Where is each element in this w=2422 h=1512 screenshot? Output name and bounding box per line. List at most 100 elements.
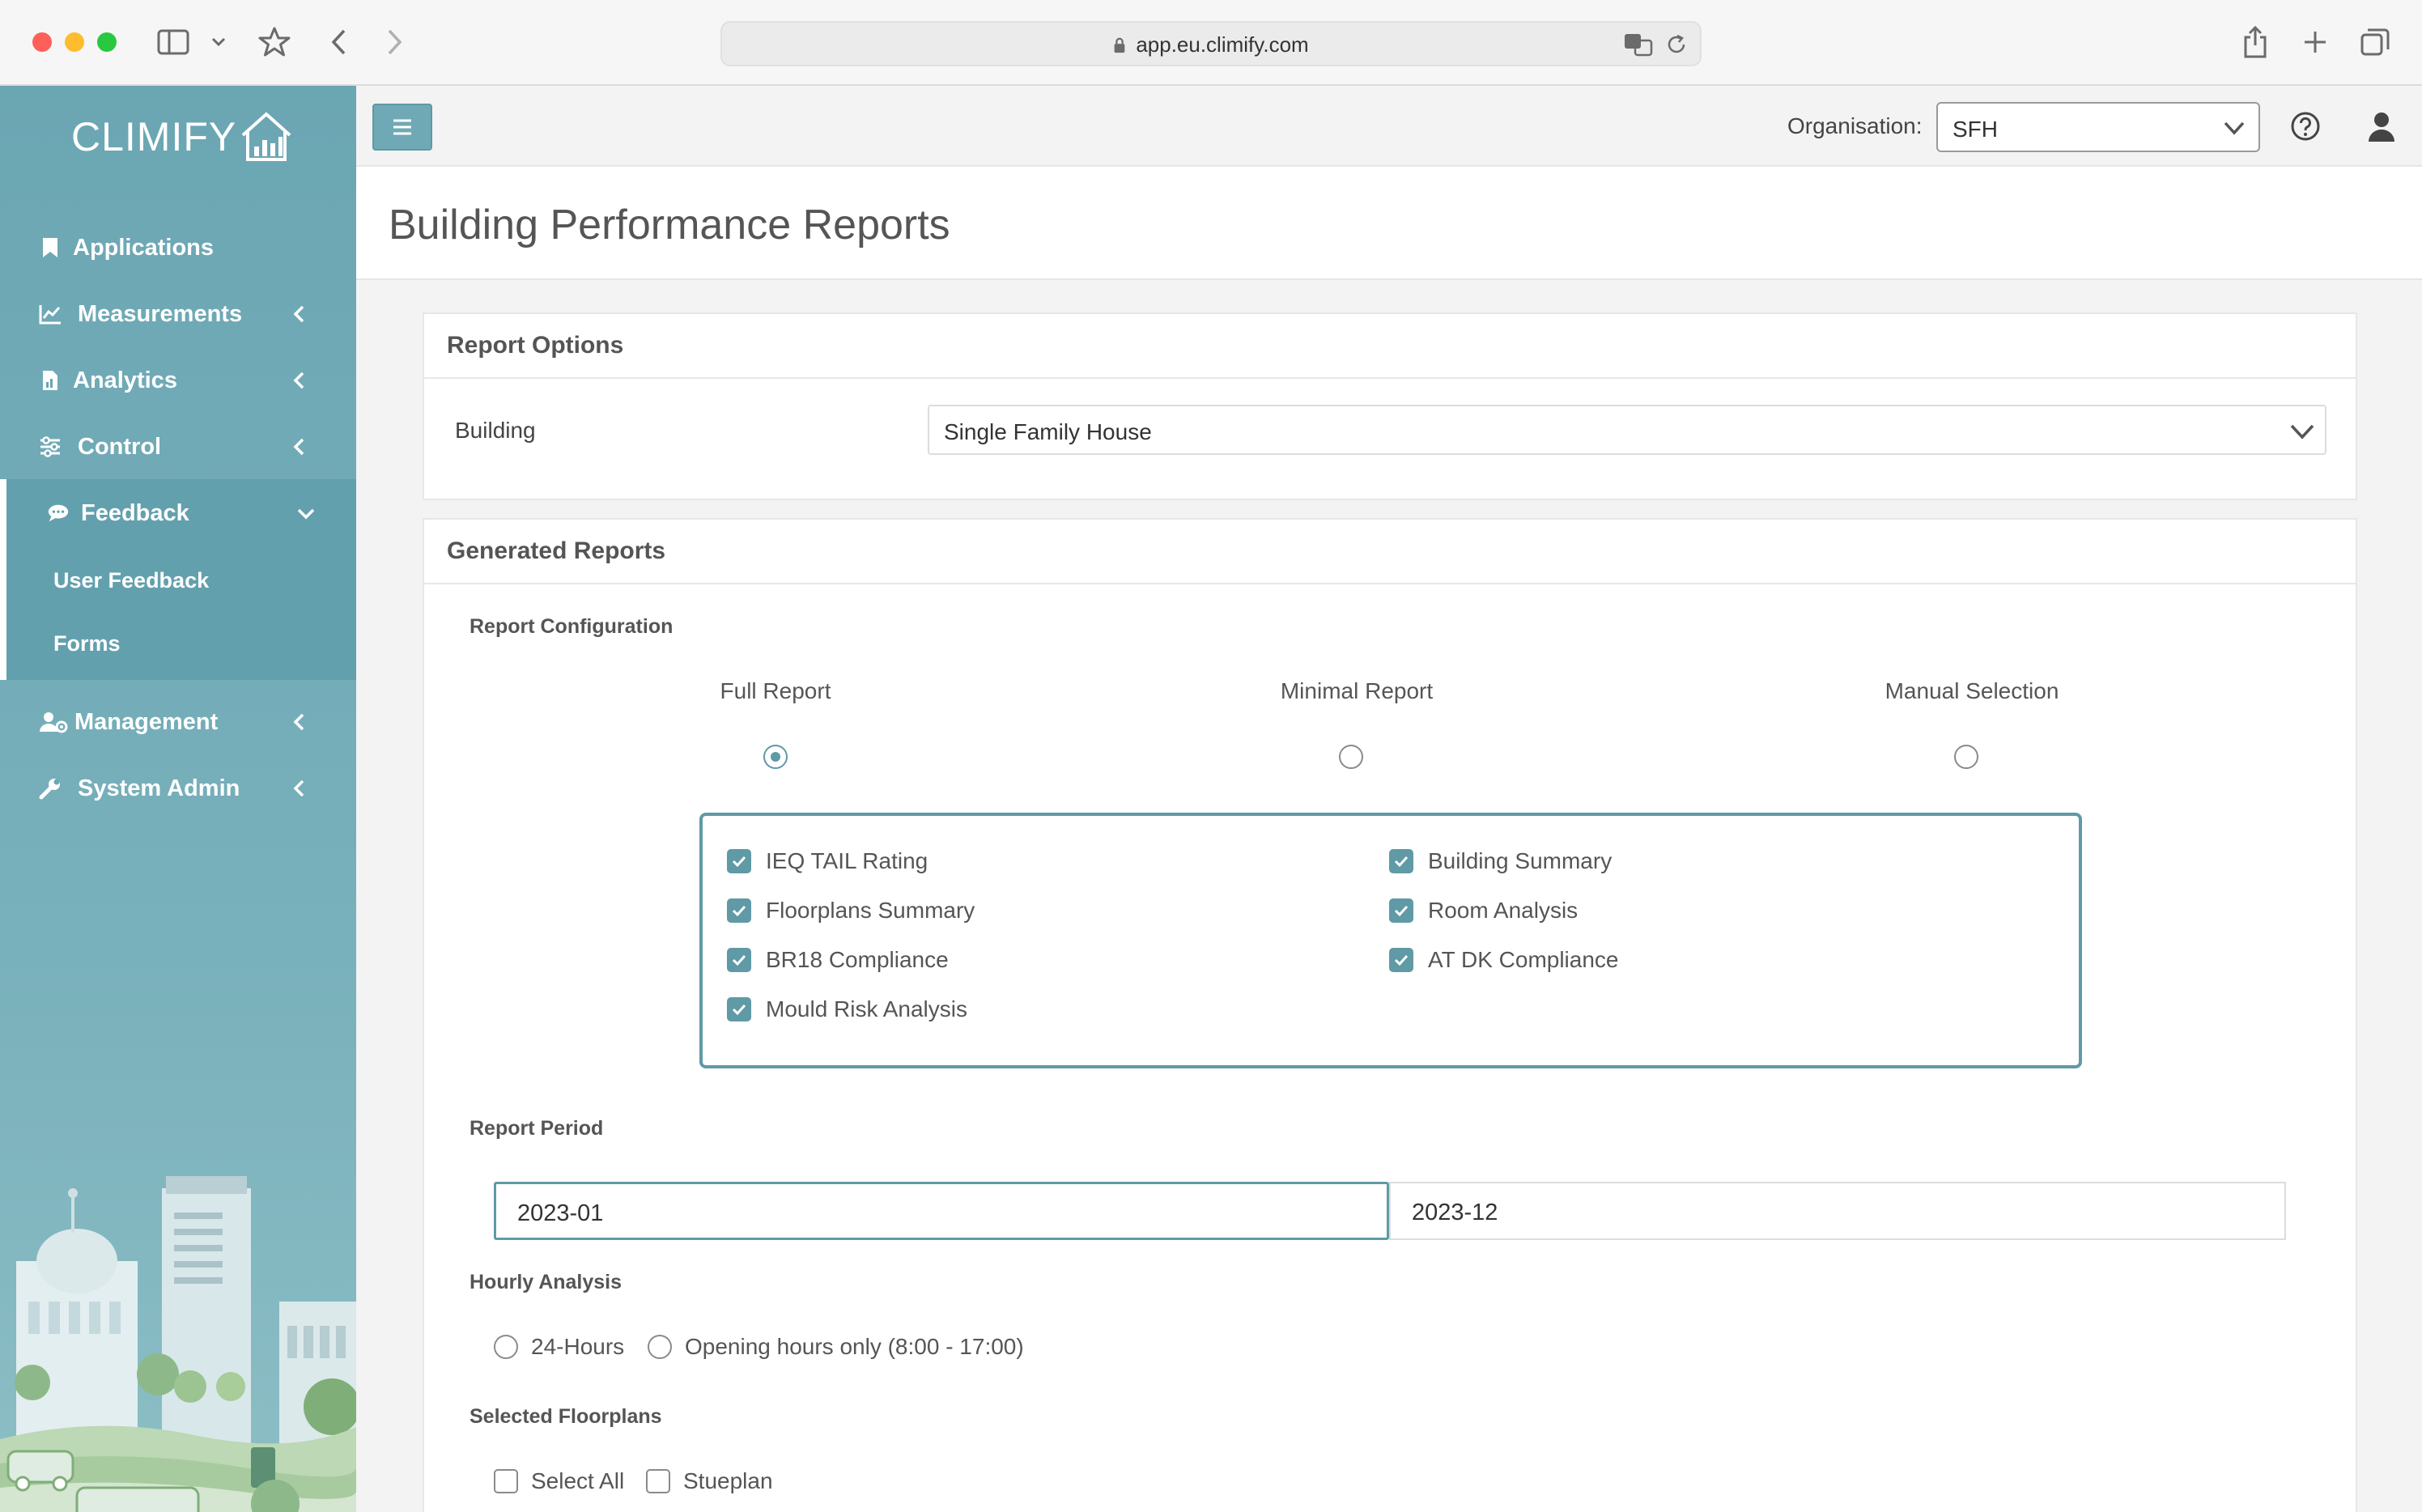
radio-opening-hours[interactable]: Opening hours only (8:00 - 17:00) xyxy=(648,1334,1024,1360)
radio-label: Full Report xyxy=(720,678,831,703)
menu-toggle-button[interactable] xyxy=(372,104,432,151)
checkbox-label: Floorplans Summary xyxy=(766,898,975,923)
tab-overview-icon[interactable] xyxy=(2357,24,2393,60)
card-heading: Report Options xyxy=(424,314,2356,379)
address-bar[interactable]: app.eu.climify.com xyxy=(720,21,1702,66)
radio-button[interactable] xyxy=(494,1335,518,1359)
user-icon[interactable] xyxy=(2364,108,2399,144)
report-sections-box: IEQ TAIL Rating Floorplans Summary BR18 … xyxy=(699,813,2082,1068)
checkbox-checked[interactable] xyxy=(1389,898,1413,923)
share-icon[interactable] xyxy=(2237,24,2273,60)
checkbox-mould-risk-analysis[interactable]: Mould Risk Analysis xyxy=(727,996,967,1022)
line-chart-icon xyxy=(39,303,62,325)
checkbox-building-summary[interactable]: Building Summary xyxy=(1389,848,1612,874)
period-end-input[interactable]: 2023-12 xyxy=(1389,1182,2286,1240)
zoom-window-button[interactable] xyxy=(97,32,117,52)
browser-toolbar: app.eu.climify.com xyxy=(0,0,2422,86)
checkbox-unchecked[interactable] xyxy=(494,1469,518,1493)
sidebar-subitem-user-feedback[interactable]: User Feedback xyxy=(53,568,209,593)
checkbox-at-dk-compliance[interactable]: AT DK Compliance xyxy=(1389,947,1619,973)
sidebar: CLIMIFY Applications Measurements Analyt… xyxy=(0,86,356,1512)
radio-minimal-report[interactable]: Minimal Report xyxy=(1235,678,1478,769)
card-heading: Generated Reports xyxy=(424,520,2356,584)
sidebar-toggle-icon[interactable] xyxy=(155,24,191,60)
chevron-left-icon xyxy=(293,438,304,456)
checkbox-label: BR18 Compliance xyxy=(766,947,949,972)
sidebar-item-analytics[interactable]: Analytics xyxy=(0,351,356,410)
close-window-button[interactable] xyxy=(32,32,52,52)
checkbox-br18-compliance[interactable]: BR18 Compliance xyxy=(727,947,949,973)
sidebar-item-system-admin[interactable]: System Admin xyxy=(0,759,356,818)
new-tab-icon[interactable] xyxy=(2297,24,2333,60)
checkbox-checked[interactable] xyxy=(727,997,751,1021)
radio-manual-selection[interactable]: Manual Selection xyxy=(1850,678,2093,769)
sidebar-item-control[interactable]: Control xyxy=(0,418,356,476)
hourly-analysis-label: Hourly Analysis xyxy=(470,1271,622,1293)
checkbox-room-analysis[interactable]: Room Analysis xyxy=(1389,898,1578,924)
forward-icon[interactable] xyxy=(380,24,410,60)
sidebar-item-label: System Admin xyxy=(78,775,240,801)
checkbox-ieq-tail-rating[interactable]: IEQ TAIL Rating xyxy=(727,848,928,874)
sidebar-item-label: Feedback xyxy=(81,499,189,526)
building-label: Building xyxy=(455,418,536,443)
sidebar-item-management[interactable]: Management xyxy=(0,693,356,751)
app-topbar: Organisation: SFH xyxy=(356,86,2422,167)
chevron-down-icon xyxy=(2224,121,2245,135)
sidebar-item-applications[interactable]: Applications xyxy=(0,219,356,277)
radio-label: Minimal Report xyxy=(1280,678,1434,703)
house-chart-icon xyxy=(241,112,291,161)
generated-reports-card: Generated Reports Report Configuration F… xyxy=(423,518,2357,1512)
feedback-menu-group: Feedback User Feedback Forms xyxy=(0,479,356,680)
radio-button[interactable] xyxy=(648,1335,672,1359)
back-icon[interactable] xyxy=(324,24,353,60)
wrench-icon xyxy=(39,777,62,800)
checkbox-checked[interactable] xyxy=(1389,948,1413,972)
sidebar-item-label: Measurements xyxy=(78,300,243,327)
lock-icon xyxy=(1114,37,1125,53)
radio-button[interactable] xyxy=(1954,745,1978,769)
radio-button[interactable] xyxy=(1339,745,1363,769)
sidebar-item-feedback[interactable]: Feedback xyxy=(0,484,356,542)
building-select[interactable]: Single Family House xyxy=(928,405,2326,455)
chevron-down-icon[interactable] xyxy=(209,24,228,60)
sidebar-item-label: Management xyxy=(74,708,219,735)
organisation-select[interactable]: SFH xyxy=(1936,102,2260,152)
report-options-card: Report Options Building Single Family Ho… xyxy=(423,312,2357,500)
checkbox-label: AT DK Compliance xyxy=(1428,947,1619,972)
sliders-icon xyxy=(39,435,62,458)
checkbox-select-all[interactable]: Select All xyxy=(494,1468,624,1494)
checkbox-floorplans-summary[interactable]: Floorplans Summary xyxy=(727,898,975,924)
period-start-input[interactable]: 2023-01 xyxy=(494,1182,1389,1240)
sidebar-subitem-forms[interactable]: Forms xyxy=(53,631,121,656)
sidebar-item-measurements[interactable]: Measurements xyxy=(0,285,356,343)
radio-label: Opening hours only (8:00 - 17:00) xyxy=(685,1334,1024,1359)
checkbox-checked[interactable] xyxy=(1389,849,1413,873)
climify-logo[interactable]: CLIMIFY xyxy=(71,108,293,165)
radio-button-selected[interactable] xyxy=(763,745,788,769)
users-cog-icon xyxy=(39,711,68,733)
hamburger-icon xyxy=(393,119,411,135)
radio-24-hours[interactable]: 24-Hours xyxy=(494,1334,624,1360)
star-icon[interactable] xyxy=(254,24,295,60)
checkbox-checked[interactable] xyxy=(727,948,751,972)
checkbox-unchecked[interactable] xyxy=(646,1469,670,1493)
checkbox-checked[interactable] xyxy=(727,898,751,923)
checkbox-label: Select All xyxy=(531,1468,625,1493)
chevron-down-icon xyxy=(297,508,315,520)
file-chart-icon xyxy=(39,369,62,392)
radio-full-report[interactable]: Full Report xyxy=(654,678,897,769)
chevron-left-icon xyxy=(293,779,304,797)
translate-icon[interactable] xyxy=(1624,32,1653,61)
checkbox-label: IEQ TAIL Rating xyxy=(766,848,928,873)
reload-icon[interactable] xyxy=(1664,32,1689,61)
chevron-left-icon xyxy=(293,305,304,323)
checkbox-checked[interactable] xyxy=(727,849,751,873)
help-icon[interactable] xyxy=(2288,108,2323,144)
minimize-window-button[interactable] xyxy=(65,32,84,52)
report-period-label: Report Period xyxy=(470,1117,604,1140)
sidebar-item-label: Analytics xyxy=(73,367,177,393)
checkbox-stueplan[interactable]: Stueplan xyxy=(646,1468,773,1494)
checkbox-label: Stueplan xyxy=(683,1468,773,1493)
selected-floorplans-label: Selected Floorplans xyxy=(470,1405,662,1428)
report-configuration-label: Report Configuration xyxy=(470,615,673,638)
